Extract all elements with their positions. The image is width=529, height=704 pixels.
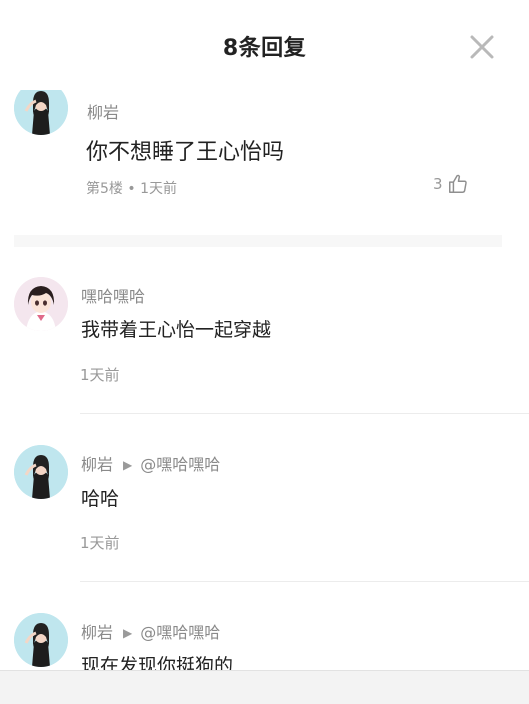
avatar[interactable] xyxy=(14,613,68,667)
comment-meta: 第5楼 • 1天前 xyxy=(86,181,177,197)
replies-panel: 柳岩 你不想睡了王心怡吗 第5楼 • 1天前 3 嘿哈嘿哈 我带着王心怡一起穿越… xyxy=(0,0,529,704)
reply-arrow-icon: ▶ xyxy=(123,458,133,472)
avatar[interactable] xyxy=(14,445,68,499)
reply-text: 我带着王心怡一起穿越 xyxy=(81,319,272,341)
reply-arrow-icon: ▶ xyxy=(123,626,133,640)
replies-list[interactable]: 柳岩 你不想睡了王心怡吗 第5楼 • 1天前 3 嘿哈嘿哈 我带着王心怡一起穿越… xyxy=(0,0,529,670)
reply-to-mention[interactable]: @嘿哈嘿哈 xyxy=(140,455,220,474)
reply-author-name[interactable]: 嘿哈嘿哈 xyxy=(81,287,145,306)
reply-time: 1天前 xyxy=(80,366,120,384)
comment-input-bar[interactable] xyxy=(0,670,529,704)
page-title: 8条回复 xyxy=(222,36,307,61)
close-button[interactable] xyxy=(469,34,495,60)
reply-author-name[interactable]: 柳岩 xyxy=(81,623,113,642)
reply-author: 柳岩 ▶ @嘿哈嘿哈 xyxy=(81,451,220,475)
comment-author[interactable]: 柳岩 xyxy=(87,99,119,123)
reply-author: 柳岩 ▶ @嘿哈嘿哈 xyxy=(81,619,220,643)
comment-text: 你不想睡了王心怡吗 xyxy=(86,140,285,165)
reply-text: 哈哈 xyxy=(81,488,120,510)
close-icon xyxy=(470,35,494,59)
like-count: 3 xyxy=(433,175,443,193)
reply-author-name[interactable]: 柳岩 xyxy=(81,455,113,474)
reply-to-mention[interactable]: @嘿哈嘿哈 xyxy=(140,623,220,642)
divider xyxy=(80,413,529,414)
divider xyxy=(80,581,529,582)
reply-time: 1天前 xyxy=(80,534,120,552)
reply-text: 现在发现你挺狗的 xyxy=(81,655,234,670)
thumbs-up-icon xyxy=(448,174,467,193)
avatar[interactable] xyxy=(14,277,68,331)
section-separator xyxy=(14,235,502,247)
like-button[interactable]: 3 xyxy=(433,173,469,195)
replies-header: 8条回复 xyxy=(0,0,529,90)
reply-author[interactable]: 嘿哈嘿哈 xyxy=(81,283,145,307)
